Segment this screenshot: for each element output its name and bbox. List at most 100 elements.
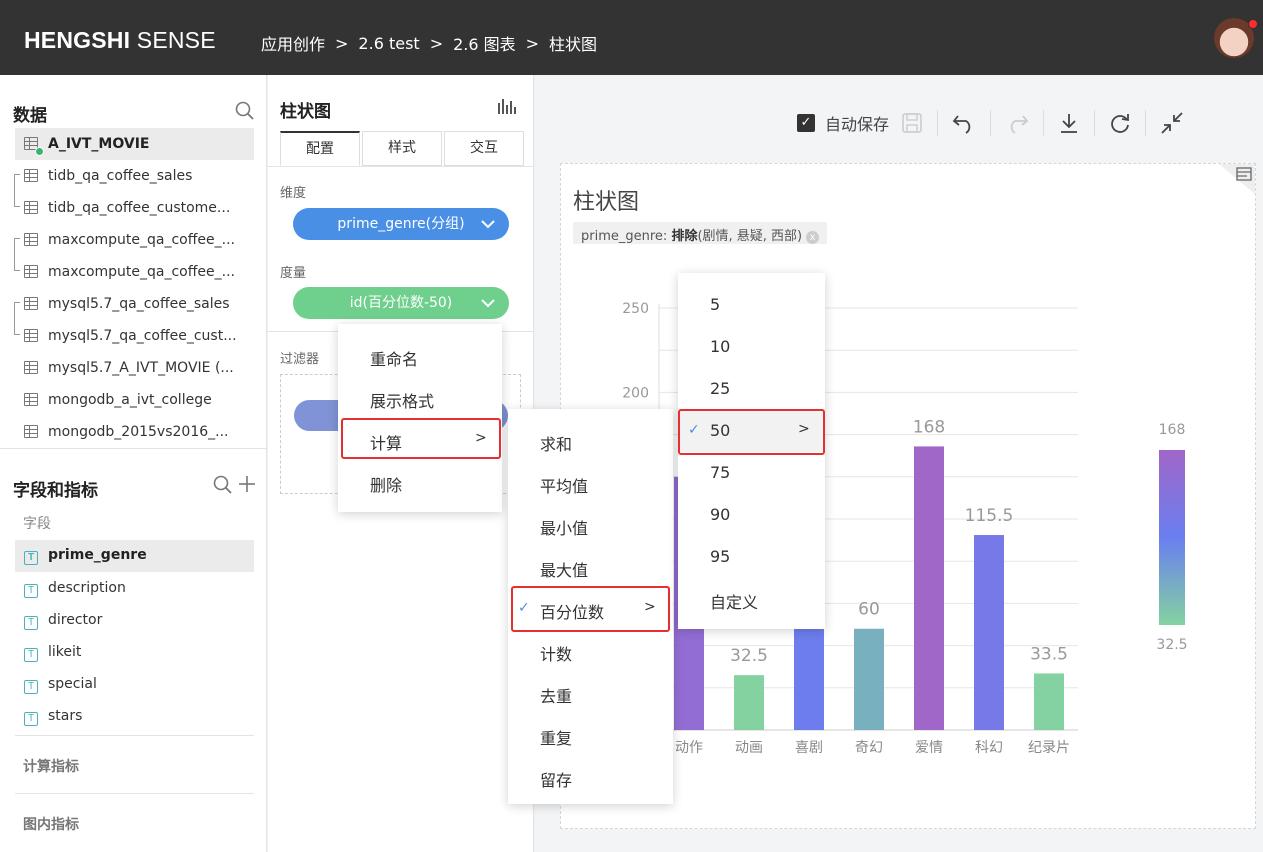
dimension-pill[interactable]: prime_genre(分组) (293, 208, 509, 240)
field-label: special (48, 676, 97, 692)
search-icon[interactable] (235, 101, 255, 121)
dimension-pill-label: prime_genre(分组) (337, 216, 465, 232)
redo-icon[interactable] (1005, 112, 1029, 134)
dataset-label: mysql5.7_qa_coffee_cust... (48, 328, 237, 344)
field-label: prime_genre (48, 547, 147, 563)
collapse-icon[interactable] (1160, 111, 1184, 135)
toolbar-divider (1043, 110, 1045, 136)
x-tick-label: 动作 (675, 740, 703, 756)
legend-max-label: 168 (1159, 422, 1186, 438)
dataset-group-bracket (14, 238, 20, 271)
dataset-item[interactable]: mongodb_2015vs2016_... (24, 424, 229, 440)
add-icon[interactable] (238, 475, 256, 493)
toolbar-divider (990, 110, 992, 136)
toolbar-divider (937, 110, 939, 136)
data-label: 60 (858, 600, 880, 620)
dataset-label: tidb_qa_coffee_sales (48, 168, 193, 184)
menu-item-p95[interactable]: 95 (710, 547, 730, 566)
menu-item-format[interactable]: 展示格式 (370, 388, 434, 412)
x-tick-label: 爱情 (915, 740, 943, 756)
y-tick-label: 250 (622, 301, 649, 317)
dataset-item[interactable]: tidb_qa_coffee_custome... (24, 200, 230, 216)
breadcrumb-item-charts[interactable]: 2.6 图表 (453, 31, 516, 55)
menu-item-custom[interactable]: 自定义 (710, 589, 758, 613)
autosave-checkbox[interactable]: ✓ (797, 114, 815, 132)
brand-bold: HENGSHI (24, 27, 131, 53)
dataset-label: A_IVT_MOVIE (48, 136, 150, 152)
menu-item-p75[interactable]: 75 (710, 463, 730, 482)
menu-item-p25[interactable]: 25 (710, 379, 730, 398)
bar (734, 675, 764, 730)
menu-item-repeat[interactable]: 重复 (540, 725, 572, 749)
dataset-group-bracket (14, 174, 20, 207)
tab-style[interactable]: 样式 (362, 131, 442, 166)
menu-item-delete[interactable]: 删除 (370, 472, 402, 496)
brand-rest: SENSE (130, 27, 216, 53)
tab-interaction[interactable]: 交互 (444, 131, 524, 166)
filter-label: 过滤器 (280, 352, 320, 367)
chevron-down-icon[interactable] (481, 296, 495, 310)
brand-logo[interactable]: HENGSHI SENSE (24, 27, 216, 54)
menu-item-p10[interactable]: 10 (710, 337, 730, 356)
field-item[interactable]: Tlikeit (24, 644, 81, 662)
fields-section-title: 字段和指标 (13, 481, 98, 501)
x-tick-label: 科幻 (975, 740, 1003, 756)
bar-chart-icon[interactable] (497, 97, 517, 115)
field-item[interactable]: Tdirector (24, 612, 102, 630)
table-icon (24, 425, 38, 438)
breadcrumb-separator: > (335, 33, 349, 53)
menu-item-sum[interactable]: 求和 (540, 431, 572, 455)
menu-item-rename[interactable]: 重命名 (370, 346, 418, 370)
menu-item-p5[interactable]: 5 (710, 295, 720, 314)
x-tick-label: 喜剧 (795, 740, 823, 756)
x-tick-label: 纪录片 (1028, 740, 1070, 756)
table-icon (24, 233, 38, 246)
menu-item-distinct[interactable]: 去重 (540, 683, 572, 707)
chevron-down-icon[interactable] (481, 217, 495, 231)
text-field-icon: T (24, 616, 38, 630)
undo-icon[interactable] (952, 112, 976, 134)
field-item-active[interactable]: Tprime_genre (15, 540, 254, 572)
menu-item-p90[interactable]: 90 (710, 505, 730, 524)
dataset-item-active[interactable]: A_IVT_MOVIE (15, 128, 254, 160)
refresh-icon[interactable] (1109, 112, 1131, 134)
chart-metrics-title[interactable]: 图内指标 (23, 814, 79, 834)
measure-pill[interactable]: id(百分位数-50) (293, 287, 509, 319)
dataset-item[interactable]: tidb_qa_coffee_sales (24, 168, 192, 184)
menu-item-max[interactable]: 最大值 (540, 557, 588, 581)
download-icon[interactable] (1058, 112, 1080, 134)
menu-item-avg[interactable]: 平均值 (540, 473, 588, 497)
menu-item-retention[interactable]: 留存 (540, 767, 572, 791)
text-field-icon: T (24, 584, 38, 598)
calc-metrics-title[interactable]: 计算指标 (23, 756, 79, 776)
menu-item-min[interactable]: 最小值 (540, 515, 588, 539)
tab-config[interactable]: 配置 (280, 131, 360, 166)
dataset-label: maxcompute_qa_coffee_... (48, 232, 235, 248)
dataset-item[interactable]: mysql5.7_qa_coffee_sales (24, 296, 230, 312)
dataset-item[interactable]: mysql5.7_A_IVT_MOVIE (... (24, 360, 234, 376)
field-item[interactable]: Tdescription (24, 580, 126, 598)
dataset-label: mysql5.7_A_IVT_MOVIE (... (48, 360, 234, 376)
field-item[interactable]: Tspecial (24, 676, 97, 694)
legend-gradient (1159, 450, 1185, 625)
dataset-item[interactable]: maxcompute_qa_coffee_... (24, 232, 235, 248)
dataset-label: mongodb_a_ivt_college (48, 392, 212, 408)
data-label: 168 (913, 417, 945, 437)
field-item[interactable]: Tstars (24, 708, 82, 726)
save-icon[interactable] (901, 112, 923, 134)
dataset-item[interactable]: maxcompute_qa_coffee_... (24, 264, 235, 280)
breadcrumb-item-app[interactable]: 应用创作 (261, 31, 325, 55)
data-section-title: 数据 (13, 106, 47, 126)
table-icon (24, 361, 38, 374)
dataset-item[interactable]: mysql5.7_qa_coffee_cust... (24, 328, 237, 344)
dataset-label: tidb_qa_coffee_custome... (48, 200, 231, 216)
status-ok-icon (35, 147, 44, 156)
dataset-item[interactable]: mongodb_a_ivt_college (24, 392, 212, 408)
menu-item-count[interactable]: 计数 (540, 641, 572, 665)
x-tick-label: 动画 (735, 740, 763, 756)
data-label: 32.5 (730, 646, 768, 666)
breadcrumb: 应用创作 > 2.6 test > 2.6 图表 > 柱状图 (261, 31, 597, 55)
dataset-label: mysql5.7_qa_coffee_sales (48, 296, 230, 312)
breadcrumb-item-test[interactable]: 2.6 test (358, 34, 419, 53)
search-icon[interactable] (213, 475, 233, 495)
